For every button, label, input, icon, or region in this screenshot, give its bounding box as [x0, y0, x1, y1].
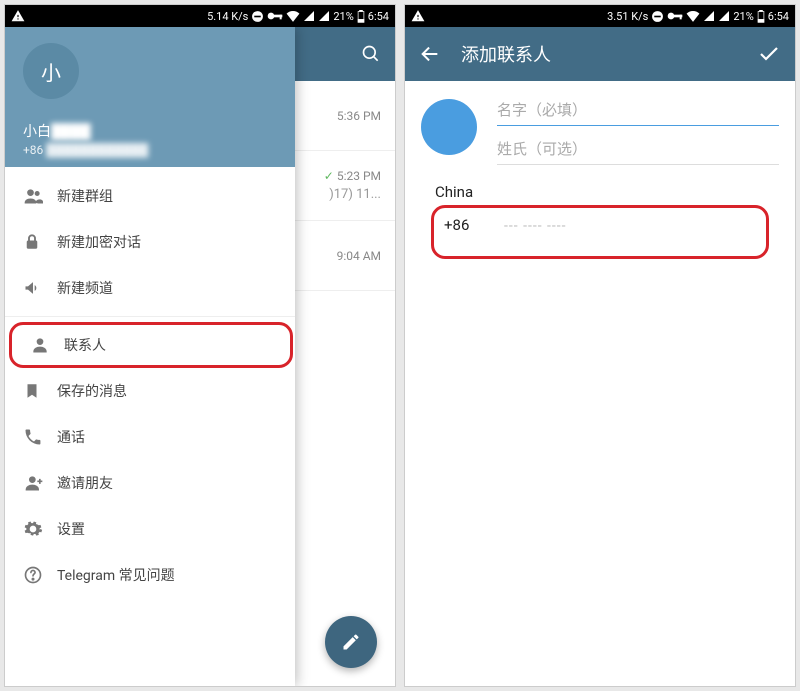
- drawer-menu: 新建群组 新建加密对话 新建频道 联系人 保存的消息 通话: [5, 167, 295, 604]
- contact-avatar-placeholder[interactable]: [421, 99, 477, 155]
- dnd-icon: [251, 10, 264, 23]
- first-name-field[interactable]: [497, 95, 779, 126]
- person-icon: [30, 335, 64, 355]
- bookmark-icon: [23, 381, 57, 401]
- menu-saved[interactable]: 保存的消息: [5, 368, 295, 414]
- done-check-icon[interactable]: [757, 42, 781, 66]
- signal-icon: [303, 10, 315, 22]
- status-bar: 5.14 K/s 21% 6:54: [5, 5, 395, 27]
- signal-icon-2: [318, 10, 330, 22]
- check-icon: ✓: [324, 169, 334, 183]
- last-name-field[interactable]: [497, 134, 779, 165]
- network-speed: 3.51 K/s: [607, 10, 648, 23]
- person-add-icon: [23, 473, 57, 493]
- battery-text: 21%: [333, 10, 353, 23]
- help-icon: [23, 565, 57, 585]
- status-bar: 3.51 K/s 21% 6:54: [405, 5, 795, 27]
- chat-time: 5:23 PM: [337, 169, 381, 183]
- menu-faq[interactable]: Telegram 常见问题: [5, 552, 295, 598]
- back-arrow-icon[interactable]: [419, 43, 441, 65]
- menu-label: 新建加密对话: [57, 232, 141, 252]
- menu-settings[interactable]: 设置: [5, 506, 295, 552]
- page-title: 添加联系人: [461, 41, 757, 67]
- avatar-letter: 小: [41, 57, 61, 86]
- user-avatar[interactable]: 小: [23, 43, 79, 99]
- warning-icon: [11, 9, 25, 23]
- menu-contacts[interactable]: 联系人: [9, 322, 293, 368]
- menu-calls[interactable]: 通话: [5, 414, 295, 460]
- menu-new-channel[interactable]: 新建频道: [5, 265, 295, 311]
- wifi-icon: [686, 10, 700, 22]
- megaphone-icon: [23, 278, 57, 298]
- menu-label: 新建频道: [57, 278, 113, 298]
- menu-label: 保存的消息: [57, 381, 127, 401]
- phone-input-row: +86 --- ---- ----: [431, 205, 769, 259]
- menu-label: 设置: [57, 519, 85, 539]
- compose-fab[interactable]: [325, 616, 377, 668]
- menu-label: 联系人: [64, 335, 106, 355]
- menu-invite[interactable]: 邀请朋友: [5, 460, 295, 506]
- group-icon: [23, 186, 57, 206]
- dnd-icon: [651, 10, 664, 23]
- menu-label: 新建群组: [57, 186, 113, 206]
- signal-icon: [703, 10, 715, 22]
- user-phone: +86 ████████████: [23, 143, 148, 157]
- nav-drawer: 小 小白████ +86 ████████████ 新建群组 新建加密对话: [5, 27, 295, 686]
- battery-icon: [357, 10, 365, 23]
- clock: 6:54: [768, 10, 789, 23]
- lock-icon: [23, 232, 57, 252]
- add-contact-toolbar: 添加联系人: [405, 27, 795, 81]
- chat-time: 5:36 PM: [337, 109, 381, 123]
- warning-icon: [411, 9, 425, 23]
- contact-form: [405, 81, 795, 165]
- menu-label: 邀请朋友: [57, 473, 113, 493]
- chat-snippet: )17) 11...: [329, 187, 381, 202]
- clock: 6:54: [368, 10, 389, 23]
- country-code-field[interactable]: +86: [444, 216, 504, 234]
- menu-new-group[interactable]: 新建群组: [5, 173, 295, 219]
- drawer-header: 小 小白████ +86 ████████████: [5, 27, 295, 167]
- gear-icon: [23, 519, 57, 539]
- battery-text: 21%: [733, 10, 753, 23]
- menu-new-secret[interactable]: 新建加密对话: [5, 219, 295, 265]
- chat-time: 9:04 AM: [337, 249, 381, 263]
- search-icon[interactable]: [361, 44, 381, 64]
- vpn-key-icon: [667, 11, 683, 21]
- vpn-key-icon: [267, 11, 283, 21]
- menu-label: 通话: [57, 427, 85, 447]
- left-phone: 5.14 K/s 21% 6:54 5:36 PM ✓ 5:23 PM: [4, 4, 396, 687]
- menu-label: Telegram 常见问题: [57, 565, 175, 585]
- phone-number-field[interactable]: --- ---- ----: [504, 218, 567, 234]
- wifi-icon: [286, 10, 300, 22]
- phone-icon: [23, 427, 57, 447]
- right-phone: 3.51 K/s 21% 6:54 添加联系人 China +86: [404, 4, 796, 687]
- country-selector[interactable]: China: [435, 183, 769, 201]
- signal-icon-2: [718, 10, 730, 22]
- network-speed: 5.14 K/s: [207, 10, 248, 23]
- battery-icon: [757, 10, 765, 23]
- phone-section: China +86 --- ---- ----: [405, 165, 795, 259]
- user-name: 小白████: [23, 121, 148, 141]
- divider: [5, 316, 295, 317]
